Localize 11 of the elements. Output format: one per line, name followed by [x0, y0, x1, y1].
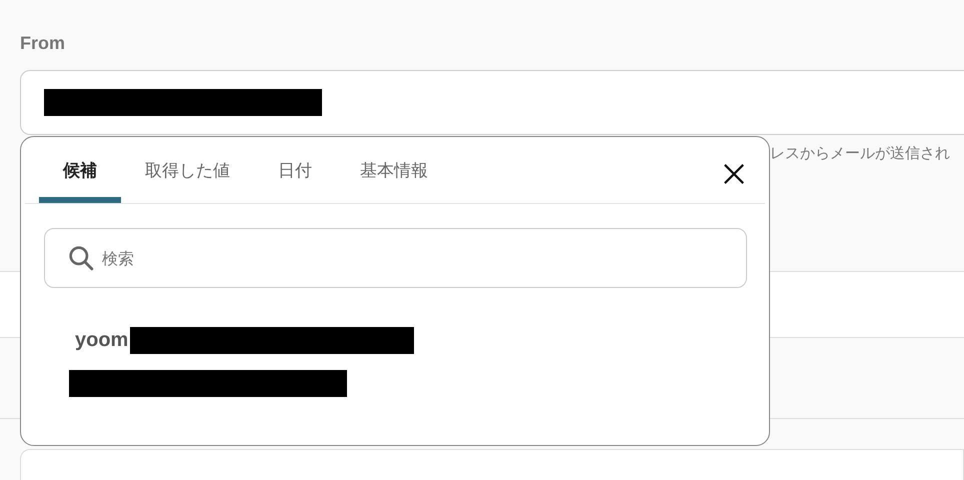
item-name: yoom — [75, 329, 128, 352]
tab[interactable]: 候補 — [39, 137, 121, 203]
tab[interactable]: 取得した値 — [121, 137, 254, 203]
tab[interactable]: 日付 — [254, 137, 336, 203]
suggestion-item[interactable]: yoom — [25, 327, 765, 397]
from-field[interactable] — [20, 70, 964, 135]
field-label: From — [20, 32, 66, 55]
tab[interactable]: 基本情報 — [336, 137, 452, 203]
close-icon[interactable] — [723, 163, 745, 185]
search-field[interactable]: 検索 — [44, 228, 747, 288]
help-text: レスからメールが送信され — [770, 144, 950, 162]
